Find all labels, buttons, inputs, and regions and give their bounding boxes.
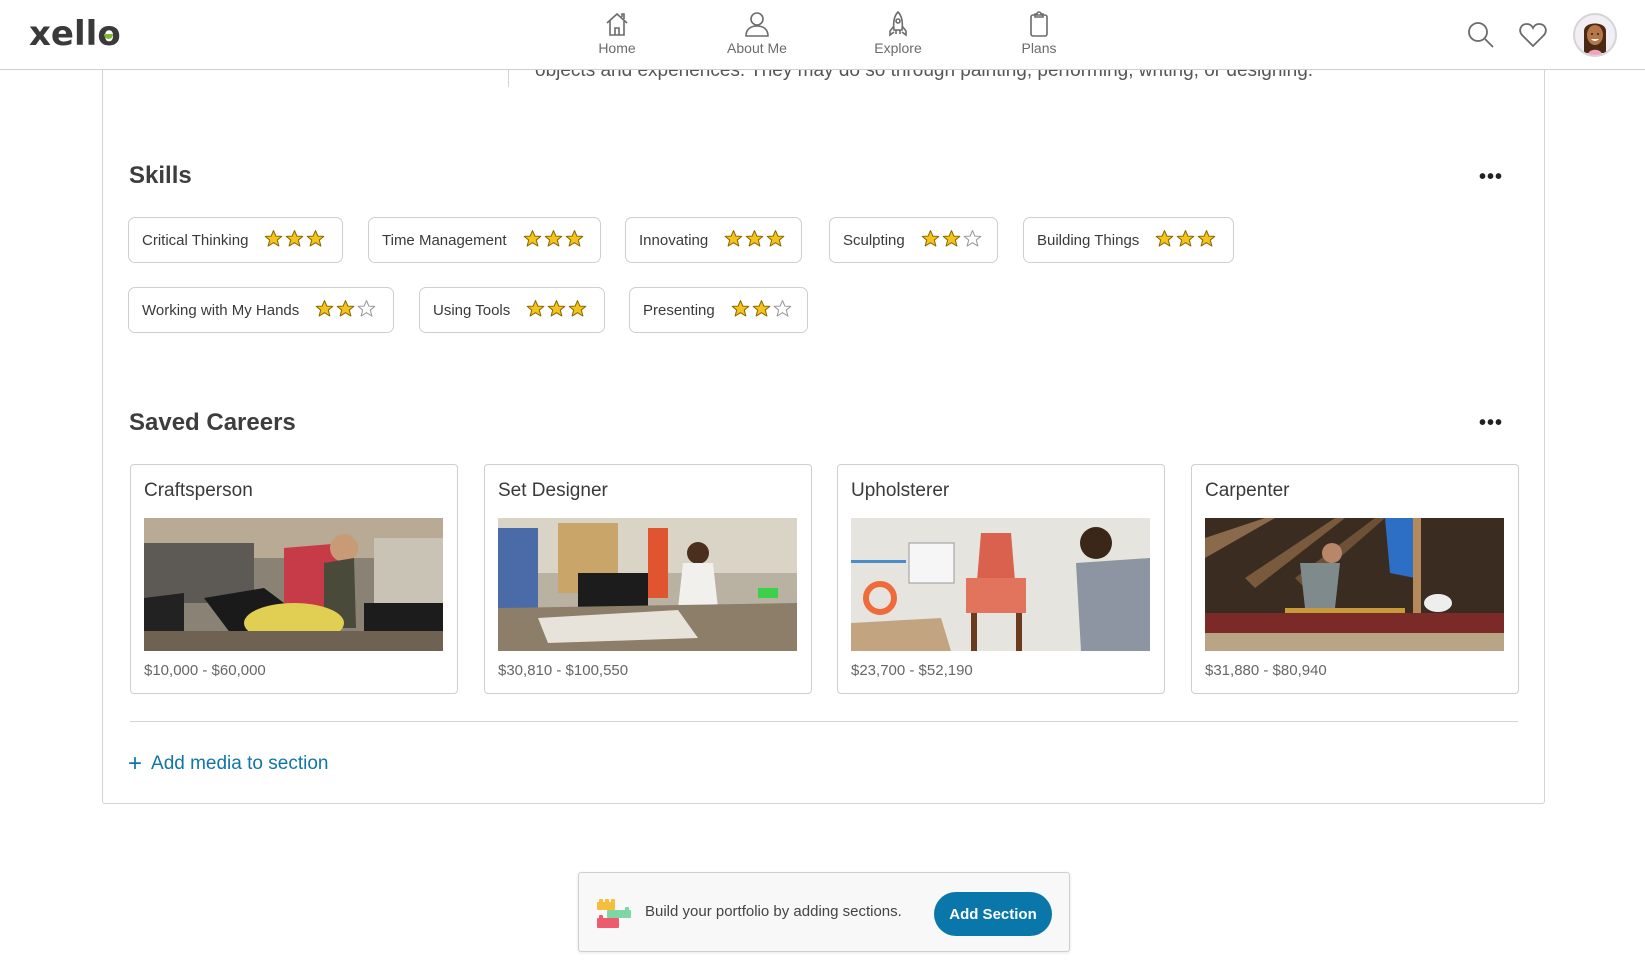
- skill-chip[interactable]: Critical Thinking: [128, 217, 343, 263]
- career-title: Craftsperson: [144, 480, 253, 501]
- star-filled-icon: [336, 299, 355, 322]
- nav-explore[interactable]: Explore: [848, 10, 948, 56]
- skill-rating: [1155, 229, 1216, 252]
- xello-logo[interactable]: xello: [29, 14, 121, 54]
- star-filled-icon: [544, 229, 563, 252]
- search-button[interactable]: [1466, 20, 1496, 55]
- star-filled-icon: [1197, 229, 1216, 252]
- rocket-icon: [889, 10, 907, 37]
- career-salary: $10,000 - $60,000: [144, 662, 266, 679]
- skill-rating: [724, 229, 785, 252]
- skills-title: Skills: [129, 162, 192, 189]
- star-filled-icon: [752, 299, 771, 322]
- nav-plans[interactable]: Plans: [989, 10, 1089, 56]
- career-card-carpenter[interactable]: Carpenter $31,880 - $80,940: [1191, 464, 1519, 694]
- star-filled-icon: [745, 229, 764, 252]
- star-filled-icon: [1155, 229, 1174, 252]
- skill-chip[interactable]: Working with My Hands: [128, 287, 394, 333]
- person-icon: [745, 12, 769, 37]
- skill-rating: [315, 299, 376, 322]
- star-filled-icon: [731, 299, 750, 322]
- nav-about-me-label: About Me: [727, 40, 787, 56]
- search-icon: [1468, 22, 1494, 48]
- skill-chip[interactable]: Presenting: [629, 287, 808, 333]
- skill-label: Presenting: [643, 301, 715, 319]
- add-media-label: Add media to section: [151, 753, 329, 774]
- skill-label: Time Management: [382, 231, 507, 249]
- career-salary: $23,700 - $52,190: [851, 662, 973, 679]
- star-filled-icon: [766, 229, 785, 252]
- clipboard-icon: [1030, 11, 1048, 37]
- career-salary: $30,810 - $100,550: [498, 662, 629, 679]
- star-filled-icon: [1176, 229, 1195, 252]
- star-filled-icon: [921, 229, 940, 252]
- section-divider: [130, 721, 1518, 722]
- skill-chip[interactable]: Sculpting: [829, 217, 998, 263]
- building-blocks-icon: [597, 899, 631, 928]
- home-icon: [606, 12, 628, 36]
- star-filled-icon: [523, 229, 542, 252]
- add-section-prompt: Build your portfolio by adding sections.…: [578, 872, 1070, 952]
- skills-more-menu[interactable]: •••: [1479, 167, 1503, 187]
- star-filled-icon: [526, 299, 545, 322]
- nav-home[interactable]: Home: [567, 10, 667, 56]
- skill-label: Innovating: [639, 231, 709, 249]
- heart-icon: [1519, 23, 1547, 48]
- skill-chip[interactable]: Time Management: [368, 217, 601, 263]
- star-empty-icon: [963, 229, 982, 252]
- nav-about-me[interactable]: About Me: [707, 10, 807, 56]
- skill-rating: [526, 299, 587, 322]
- star-filled-icon: [264, 229, 283, 252]
- skill-label: Working with My Hands: [142, 301, 300, 319]
- about-divider: [508, 70, 509, 87]
- nav-explore-label: Explore: [874, 40, 922, 56]
- nav-plans-label: Plans: [1021, 40, 1057, 56]
- career-title: Set Designer: [498, 480, 608, 501]
- career-image-upholsterer: [851, 518, 1150, 651]
- star-filled-icon: [306, 229, 325, 252]
- add-media-button[interactable]: + Add media to section: [128, 750, 328, 778]
- plus-icon: +: [128, 750, 143, 777]
- avatar-icon: [1584, 23, 1606, 55]
- skill-rating: [523, 229, 584, 252]
- career-card-set-designer[interactable]: Set Designer $30,810 - $100,550: [484, 464, 812, 694]
- career-image-set-designer: [498, 518, 797, 651]
- saved-careers-more-menu[interactable]: •••: [1479, 413, 1503, 433]
- career-card-craftsperson[interactable]: Craftsperson $10,000 - $60,000: [130, 464, 458, 694]
- skill-rating: [921, 229, 982, 252]
- add-section-button[interactable]: Add Section: [934, 892, 1052, 936]
- nav-home-label: Home: [598, 40, 636, 56]
- top-nav-bar: xello Home About Me Explore Plans: [0, 0, 1645, 70]
- saved-careers-title: Saved Careers: [129, 409, 296, 436]
- favorites-button[interactable]: [1519, 22, 1547, 53]
- star-filled-icon: [942, 229, 961, 252]
- skill-rating: [731, 299, 792, 322]
- skill-chip[interactable]: Innovating: [625, 217, 802, 263]
- career-image-craftsperson: [144, 518, 443, 651]
- star-empty-icon: [357, 299, 376, 322]
- career-title: Carpenter: [1205, 480, 1290, 501]
- skill-rating: [264, 229, 325, 252]
- skill-chip[interactable]: Building Things: [1023, 217, 1234, 263]
- career-image-carpenter: [1205, 518, 1504, 651]
- career-salary: $31,880 - $80,940: [1205, 662, 1327, 679]
- career-card-upholsterer[interactable]: Upholsterer $23,700 - $52,190: [837, 464, 1165, 694]
- star-filled-icon: [568, 299, 587, 322]
- star-filled-icon: [285, 229, 304, 252]
- skill-label: Using Tools: [433, 301, 511, 319]
- star-filled-icon: [315, 299, 334, 322]
- user-avatar[interactable]: [1573, 13, 1617, 57]
- skill-chip[interactable]: Using Tools: [419, 287, 605, 333]
- star-filled-icon: [547, 299, 566, 322]
- skill-label: Sculpting: [843, 231, 905, 249]
- star-filled-icon: [565, 229, 584, 252]
- skill-label: Building Things: [1037, 231, 1140, 249]
- prompt-text: Build your portfolio by adding sections.: [645, 903, 902, 920]
- star-empty-icon: [773, 299, 792, 322]
- star-filled-icon: [724, 229, 743, 252]
- skill-label: Critical Thinking: [142, 231, 249, 249]
- career-title: Upholsterer: [851, 480, 950, 501]
